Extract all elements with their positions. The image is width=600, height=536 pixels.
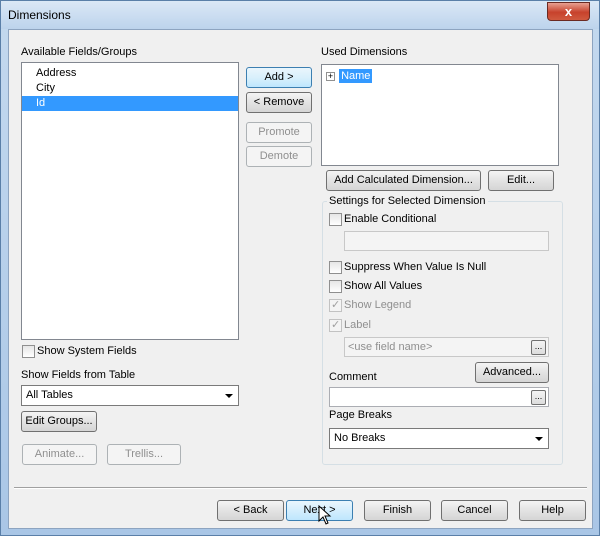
close-button[interactable]: x [547,2,590,21]
list-item-city[interactable]: City [22,81,238,96]
cancel-button[interactable]: Cancel [441,500,508,521]
show-legend-label: Show Legend [344,299,412,311]
show-system-fields-checkbox[interactable] [22,345,35,358]
suppress-null-checkbox[interactable] [329,261,342,274]
comment-ellipsis-button[interactable]: ... [531,390,546,405]
promote-button[interactable]: Promote [246,122,312,143]
used-dimensions-label: Used Dimensions [321,46,408,58]
title-bar[interactable]: Dimensions x [1,1,599,29]
list-item-id[interactable]: Id [22,96,238,111]
label-input[interactable]: <use field name> [344,337,549,357]
dimensions-dialog: Dimensions x Available Fields/Groups Add… [0,0,600,536]
demote-button[interactable]: Demote [246,146,312,167]
page-breaks-label: Page Breaks [329,409,392,421]
remove-button[interactable]: < Remove [246,92,312,113]
comment-input[interactable] [329,387,549,407]
back-button[interactable]: < Back [217,500,284,521]
dialog-body: Available Fields/Groups Address City Id … [8,29,593,529]
edit-groups-button[interactable]: Edit Groups... [21,411,97,432]
enable-conditional-checkbox[interactable] [329,213,342,226]
tree-item-label: Name [339,69,373,83]
show-all-values-label: Show All Values [344,280,423,292]
show-fields-from-table-label: Show Fields from Table [21,369,136,381]
conditional-expression-input[interactable] [344,231,549,251]
label-input-placeholder: <use field name> [348,341,433,353]
footer-separator [14,487,587,489]
show-legend-checkbox[interactable]: ✓ [329,299,342,312]
close-icon: x [564,4,573,19]
settings-group-label: Settings for Selected Dimension [327,195,488,207]
enable-conditional-label: Enable Conditional [344,213,437,225]
add-calculated-dimension-button[interactable]: Add Calculated Dimension... [326,170,481,191]
available-fields-label: Available Fields/Groups [21,46,137,58]
chevron-down-icon [535,437,543,441]
comment-label: Comment [329,371,377,383]
advanced-button[interactable]: Advanced... [475,362,549,383]
show-fields-from-table-value: All Tables [26,389,73,401]
chevron-down-icon [225,394,233,398]
show-system-fields-label: Show System Fields [37,345,137,357]
page-breaks-value: No Breaks [334,432,386,444]
label-ellipsis-button[interactable]: ... [531,340,546,355]
mouse-cursor-icon [318,505,332,525]
label-checkbox[interactable]: ✓ [329,319,342,332]
trellis-button[interactable]: Trellis... [107,444,181,465]
finish-button[interactable]: Finish [364,500,431,521]
show-fields-from-table-select[interactable]: All Tables [21,385,239,406]
add-button[interactable]: Add > [246,67,312,88]
window-title: Dimensions [8,8,71,22]
edit-button[interactable]: Edit... [488,170,554,191]
page-breaks-select[interactable]: No Breaks [329,428,549,449]
tree-item-name[interactable]: + Name [326,69,373,83]
expand-icon[interactable]: + [326,71,335,81]
available-fields-list[interactable]: Address City Id [21,62,239,340]
animate-button[interactable]: Animate... [22,444,97,465]
label-checkbox-label: Label [344,319,371,331]
help-button[interactable]: Help [519,500,586,521]
show-all-values-checkbox[interactable] [329,280,342,293]
used-dimensions-list[interactable]: + Name [321,64,559,166]
list-item-address[interactable]: Address [22,66,238,81]
suppress-null-label: Suppress When Value Is Null [344,261,487,273]
